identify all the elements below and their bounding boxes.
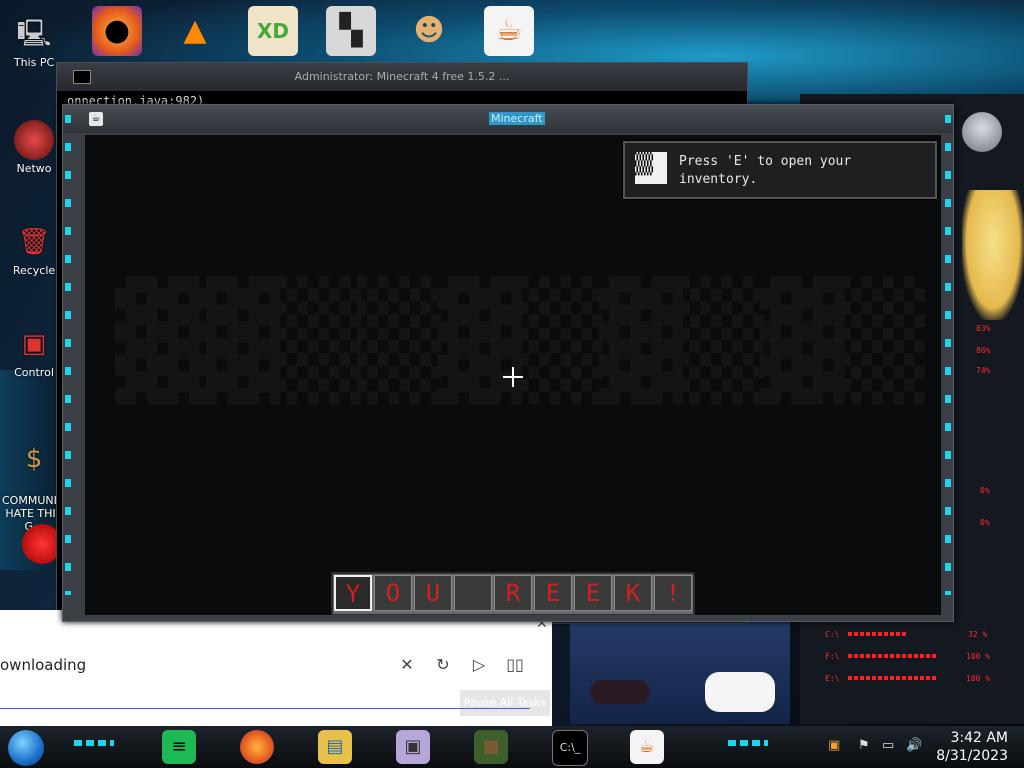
firefox-taskbar-icon[interactable] <box>240 730 274 764</box>
tutorial-toast-text: Press 'E' to open your inventory. <box>679 154 852 187</box>
hotbar-slot-1[interactable]: Y <box>334 575 372 611</box>
recycle-bin-icon: 🗑 <box>17 227 51 257</box>
money-bag-icon: $ <box>25 444 43 474</box>
drive-c-stat: 32 % <box>968 630 988 639</box>
xd-icon[interactable]: XD <box>248 6 298 56</box>
drive-c-label: C:\ <box>825 630 840 639</box>
taskbar <box>0 726 1024 768</box>
start-button[interactable] <box>8 730 44 766</box>
taskbar-decoration <box>728 740 768 746</box>
taskbar-decoration <box>74 740 114 746</box>
net-up-stat: 0% <box>980 486 990 495</box>
app-taskbar-icon[interactable]: ▣ <box>396 730 430 764</box>
file-explorer-taskbar-icon[interactable]: ▤ <box>318 730 352 764</box>
cancel-download-button[interactable]: ✕ <box>396 654 418 676</box>
ram-stat: 86% <box>976 346 991 355</box>
minecraft-titlebar[interactable]: ☕ Minecraft <box>63 105 953 133</box>
frame-decoration <box>65 115 71 595</box>
crosshair <box>503 367 523 387</box>
vlc-icon[interactable]: ▲ <box>170 6 220 56</box>
console-taskbar-icon[interactable]: C:\_ <box>552 730 588 766</box>
tutorial-toast: ▚▚▚▚▚▚ ▞▞▞▞▞▞ ▚▚▚▚▚▚ ▞▞▞▞▞▞ Press 'E' to op… <box>622 140 938 200</box>
drive-e-label: E:\ <box>825 674 840 683</box>
drive-e-stat: 100 % <box>966 674 991 683</box>
hotbar-slot-8[interactable]: K <box>614 575 652 611</box>
flag-icon[interactable]: ⚑ <box>858 738 870 753</box>
frame-decoration <box>945 115 951 595</box>
hotbar-slot-2[interactable]: O <box>374 575 412 611</box>
hotbar-slot-6[interactable]: E <box>534 575 572 611</box>
network-tray-icon[interactable]: ▭ <box>882 738 894 753</box>
disk-stat: 74% <box>976 366 991 375</box>
desktop-icon-this-pc[interactable]: 🖳 This PC <box>2 14 66 69</box>
retry-icon[interactable]: ↻ <box>432 654 454 676</box>
java-taskbar-icon[interactable]: ☕ <box>630 730 664 764</box>
desktop-icon-label: Netwo <box>16 162 52 175</box>
clock-date: 8/31/2023 <box>936 748 1008 764</box>
firefox-icon[interactable]: ● <box>92 6 142 56</box>
drive-c-bar <box>848 632 908 636</box>
network-icon <box>14 120 54 160</box>
cartoon-girl-image <box>962 190 1024 320</box>
maze-app-icon[interactable]: ▚ <box>326 6 376 56</box>
hotbar-slot-9[interactable]: ! <box>654 575 692 611</box>
doctor-icon[interactable]: ☻ <box>404 6 454 56</box>
pause-all-button[interactable]: Pause All Tasks <box>460 690 550 716</box>
download-panel: ✕ ownloading ✕ ↻ ▷ ▯▯ Pause All Tasks <box>0 610 552 734</box>
tray-app-icon[interactable]: ▣ <box>828 738 840 753</box>
cpu-stat: 83% <box>976 324 991 333</box>
download-status: ownloading <box>0 656 87 674</box>
drive-f-bar <box>848 654 938 658</box>
drive-e-bar <box>848 676 938 680</box>
desktop-icon-label: This PC <box>13 56 55 69</box>
hotbar-slot-4[interactable] <box>454 575 492 611</box>
console-titlebar[interactable]: Administrator: Minecraft 4 free 1.5.2 ..… <box>57 63 747 91</box>
hotbar-slot-5[interactable]: R <box>494 575 532 611</box>
pc-icon: 🖳 <box>16 19 52 49</box>
pause-icon[interactable]: ▯▯ <box>504 654 526 676</box>
hotbar-slot-7[interactable]: E <box>574 575 612 611</box>
resume-icon[interactable]: ▷ <box>468 654 490 676</box>
console-icon <box>73 70 91 84</box>
game-viewport[interactable]: ▓▓▒▒▓▒▓▒▓▒ ▚▚▚▚▚▚ ▞▞▞▞▞▞ ▚▚▚▚▚▚ ▞▞▞▞▞▞ Pres… <box>85 135 941 615</box>
drive-f-label: F:\ <box>825 652 840 661</box>
minecraft-window[interactable]: ☕ Minecraft ▓▓▒▒▓▒▓▒▓▒ ▚▚▚▚▚▚ ▞▞▞▞▞▞ ▚▚▚▚▚… <box>62 104 954 622</box>
desktop-icon-label: Recycle <box>12 264 56 277</box>
hotbar[interactable]: Y O U R E E K ! <box>331 572 695 615</box>
minecraft-taskbar-icon[interactable]: ■ <box>474 730 508 764</box>
wallpaper-shoe <box>705 672 775 712</box>
console-title: Administrator: Minecraft 4 free 1.5.2 ..… <box>294 70 510 83</box>
wallpaper-shoe <box>590 680 650 704</box>
drive-f-stat: 100 % <box>966 652 991 661</box>
java-icon[interactable]: ☕ <box>484 6 534 56</box>
alien-avatar-icon <box>962 112 1002 152</box>
control-panel-icon: ▣ <box>21 329 47 359</box>
desktop-icon-label: Control <box>14 366 54 379</box>
net-down-stat: 0% <box>980 518 990 527</box>
clock[interactable]: 3:42 AM 8/31/2023 <box>936 729 1008 765</box>
minecraft-title: Minecraft <box>489 112 545 125</box>
hotbar-slot-3[interactable]: U <box>414 575 452 611</box>
java-window-icon: ☕ <box>89 112 103 126</box>
tutorial-toast-icon: ▚▚▚▚▚▚ ▞▞▞▞▞▞ ▚▚▚▚▚▚ ▞▞▞▞▞▞ <box>635 152 667 184</box>
divider <box>0 708 530 709</box>
volume-icon[interactable]: 🔊 <box>906 738 922 753</box>
spotify-taskbar-icon[interactable]: ≡ <box>162 730 196 764</box>
clock-time: 3:42 AM <box>950 730 1008 746</box>
